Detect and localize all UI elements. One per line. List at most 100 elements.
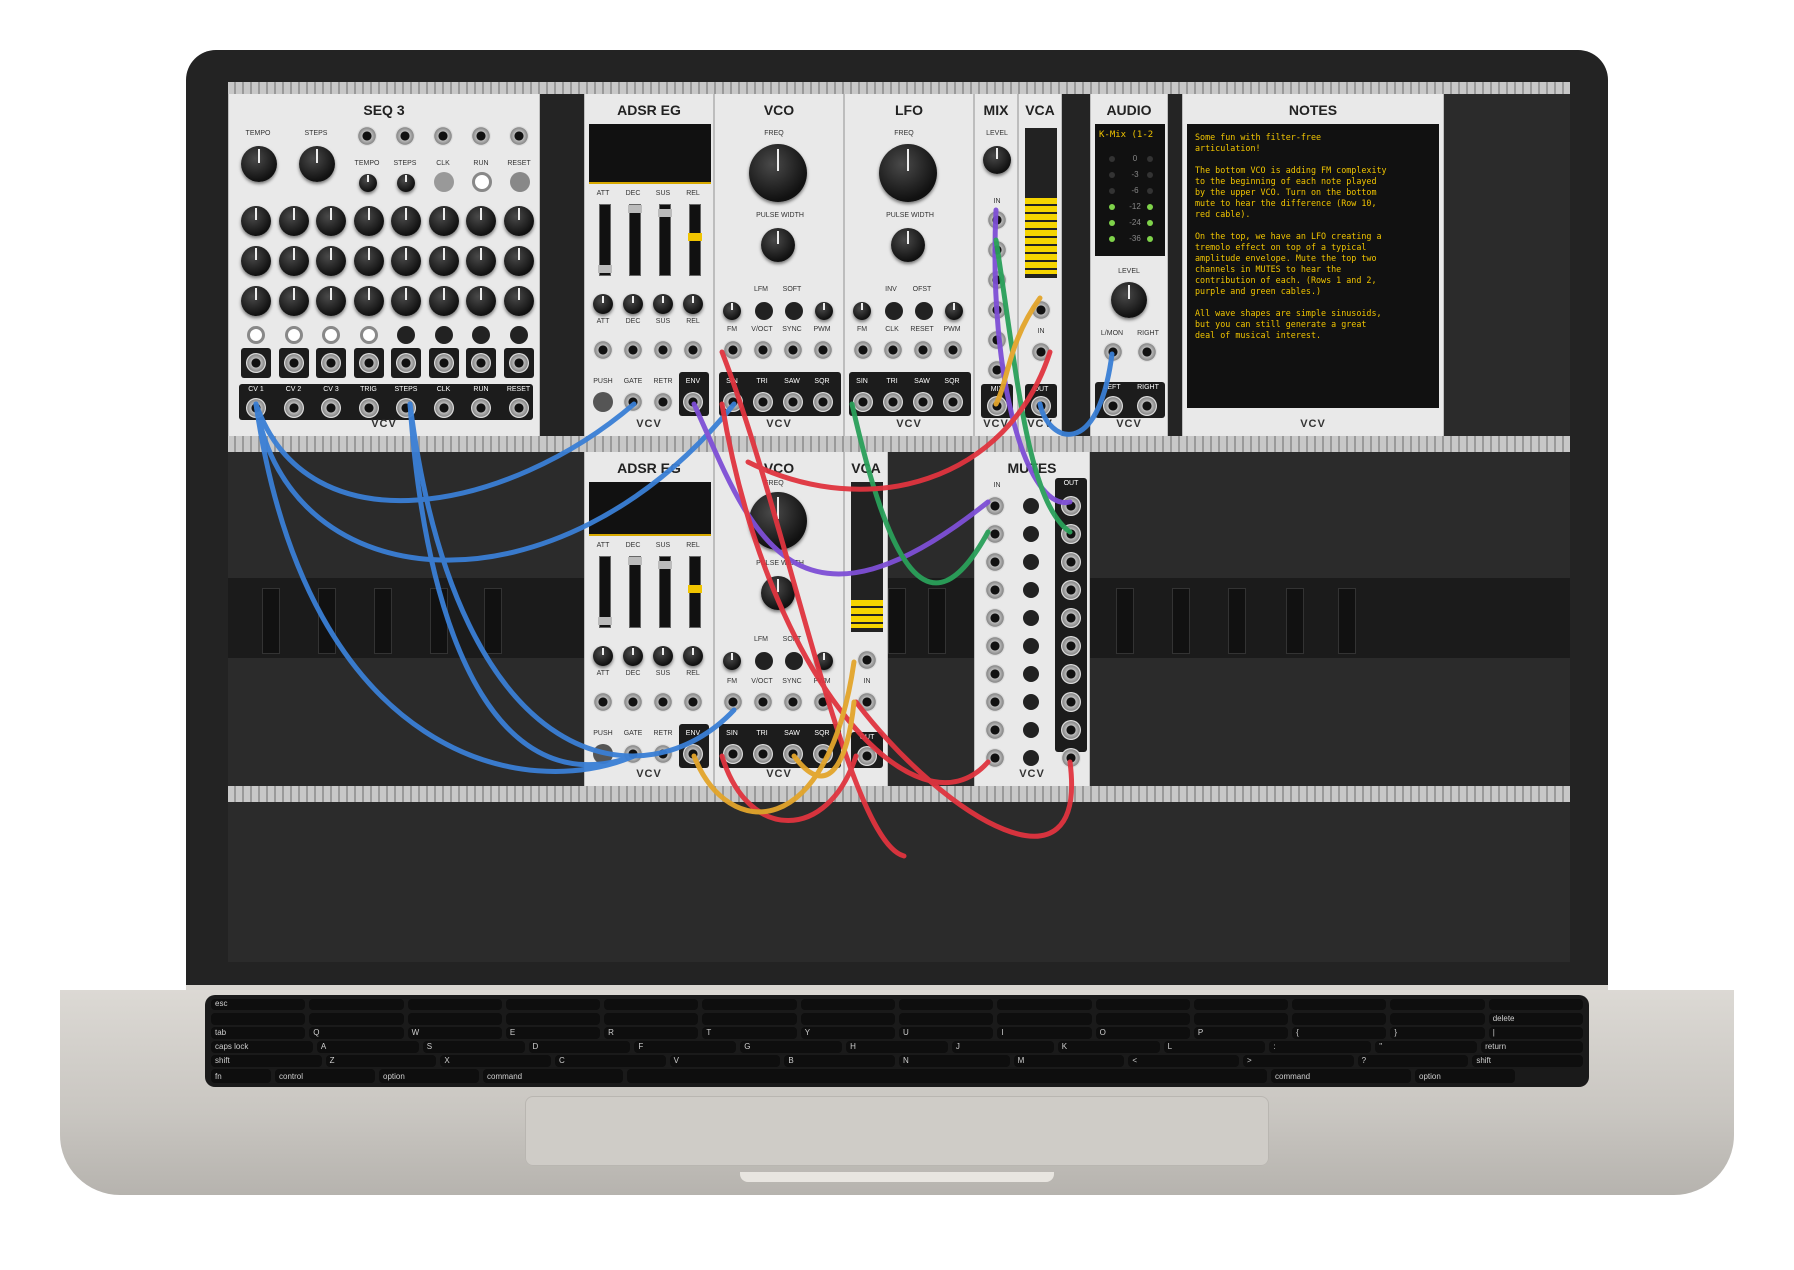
tempo-attenuator-knob[interactable]: [359, 174, 377, 192]
keyboard-key[interactable]: [899, 1013, 994, 1025]
step-knob[interactable]: [503, 206, 534, 236]
keyboard-key[interactable]: [309, 1013, 404, 1025]
soft-switch[interactable]: [785, 652, 803, 670]
lfm-switch[interactable]: [755, 652, 773, 670]
keyboard-key[interactable]: U: [899, 1027, 994, 1039]
rel-slider[interactable]: [688, 204, 702, 276]
run-input-jack[interactable]: [471, 126, 491, 146]
mix-in-4-jack[interactable]: [987, 300, 1007, 320]
keyboard-key[interactable]: K: [1057, 1041, 1160, 1053]
sus-cv-jack[interactable]: [653, 340, 673, 360]
keyboard-key[interactable]: }: [1390, 1027, 1485, 1039]
fm-input-jack[interactable]: [723, 692, 743, 712]
keyboard-key[interactable]: esc: [211, 999, 306, 1010]
rel-cv-knob[interactable]: [683, 294, 703, 314]
vca-cv-jack[interactable]: [1031, 300, 1051, 320]
step-knob[interactable]: [278, 286, 309, 316]
level-knob[interactable]: [983, 146, 1011, 174]
seq-output-jack[interactable]: [321, 398, 341, 418]
keyboard-key[interactable]: Z: [325, 1055, 437, 1067]
sync-input-jack[interactable]: [783, 692, 803, 712]
att-slider[interactable]: [598, 556, 612, 628]
trig-output-jack[interactable]: [508, 353, 529, 373]
saw-output-jack[interactable]: [783, 744, 803, 764]
seq-output-jack[interactable]: [358, 398, 379, 418]
fm-knob[interactable]: [723, 652, 741, 670]
mix-output-jack[interactable]: [987, 396, 1007, 416]
keyboard-key[interactable]: [1488, 999, 1583, 1010]
step-knob[interactable]: [503, 246, 534, 276]
att-cv-jack[interactable]: [593, 692, 613, 712]
keyboard-key[interactable]: M: [1013, 1055, 1125, 1067]
voct-input-jack[interactable]: [753, 340, 773, 360]
keyboard-key[interactable]: T: [702, 1027, 797, 1039]
mix-in-1-jack[interactable]: [987, 210, 1007, 230]
clk-button[interactable]: [434, 172, 454, 192]
keyboard-key[interactable]: command: [483, 1069, 623, 1083]
keyboard-key[interactable]: <: [1128, 1055, 1239, 1067]
sus-cv-knob[interactable]: [653, 294, 673, 314]
inv-switch[interactable]: [885, 302, 903, 320]
keyboard-key[interactable]: [899, 999, 994, 1010]
fm-input-jack[interactable]: [853, 340, 873, 360]
mute-output-jack[interactable]: [1061, 692, 1081, 712]
att-slider[interactable]: [598, 204, 612, 276]
ofst-switch[interactable]: [915, 302, 933, 320]
reset-input-jack[interactable]: [509, 126, 529, 146]
seq-output-jack[interactable]: [283, 398, 304, 418]
att-cv-knob[interactable]: [593, 646, 613, 666]
pulse-width-knob[interactable]: [761, 576, 795, 610]
gate-button[interactable]: [472, 326, 490, 344]
att-cv-jack[interactable]: [593, 340, 613, 360]
keyboard-key[interactable]: W: [407, 1027, 502, 1039]
rel-slider[interactable]: [688, 556, 702, 628]
gate-button[interactable]: [397, 326, 415, 344]
trig-output-jack[interactable]: [283, 353, 304, 373]
pwm-input-jack[interactable]: [943, 340, 963, 360]
mute-input-jack[interactable]: [985, 692, 1005, 712]
keyboard-key[interactable]: [1095, 999, 1190, 1010]
trig-output-jack[interactable]: [433, 353, 454, 373]
keyboard-key[interactable]: H: [846, 1041, 948, 1053]
freq-knob[interactable]: [749, 492, 807, 550]
keyboard-key[interactable]: G: [740, 1041, 843, 1053]
tempo-input-jack[interactable]: [357, 126, 377, 146]
env-output-jack[interactable]: [683, 392, 703, 412]
mute-input-jack[interactable]: [985, 496, 1005, 516]
keyboard-key[interactable]: [407, 1013, 502, 1025]
vca-output-jack[interactable]: [857, 746, 877, 766]
gate-button[interactable]: [284, 326, 303, 344]
steps-attenuator-knob[interactable]: [397, 174, 415, 192]
step-knob[interactable]: [316, 286, 346, 316]
keyboard-key[interactable]: fn: [211, 1069, 271, 1083]
mute-button[interactable]: [1023, 666, 1039, 682]
fm-input-jack[interactable]: [723, 340, 743, 360]
keyboard-key[interactable]: [1292, 999, 1387, 1010]
retr-input-jack[interactable]: [653, 392, 673, 412]
sync-input-jack[interactable]: [783, 340, 803, 360]
audio-right-in-jack[interactable]: [1137, 396, 1157, 416]
tri-output-jack[interactable]: [753, 392, 773, 412]
keyboard-key[interactable]: ?: [1357, 1055, 1469, 1067]
keyboard-key[interactable]: [309, 999, 404, 1010]
keyboard-key[interactable]: [702, 999, 797, 1010]
step-knob[interactable]: [241, 286, 271, 316]
mute-button[interactable]: [1023, 498, 1039, 514]
mix-in-5-jack[interactable]: [987, 330, 1007, 350]
rel-cv-jack[interactable]: [683, 340, 703, 360]
keyboard-key[interactable]: J: [951, 1041, 1054, 1053]
pwm-knob[interactable]: [945, 302, 963, 320]
vca-output-jack[interactable]: [1031, 396, 1051, 416]
step-knob[interactable]: [428, 286, 459, 316]
soft-switch[interactable]: [785, 302, 803, 320]
audio-level-knob[interactable]: [1111, 282, 1147, 318]
keyboard-key[interactable]: command: [1271, 1069, 1411, 1083]
keyboard-key[interactable]: [800, 1013, 895, 1025]
keyboard-key[interactable]: E: [505, 1027, 601, 1039]
env-output-jack[interactable]: [683, 744, 703, 764]
keyboard-key[interactable]: [1390, 999, 1485, 1010]
keyboard-key[interactable]: [1193, 1013, 1289, 1025]
sin-output-jack[interactable]: [723, 744, 743, 764]
audio-right-jack[interactable]: [1137, 342, 1157, 362]
sqr-output-jack[interactable]: [813, 744, 833, 764]
